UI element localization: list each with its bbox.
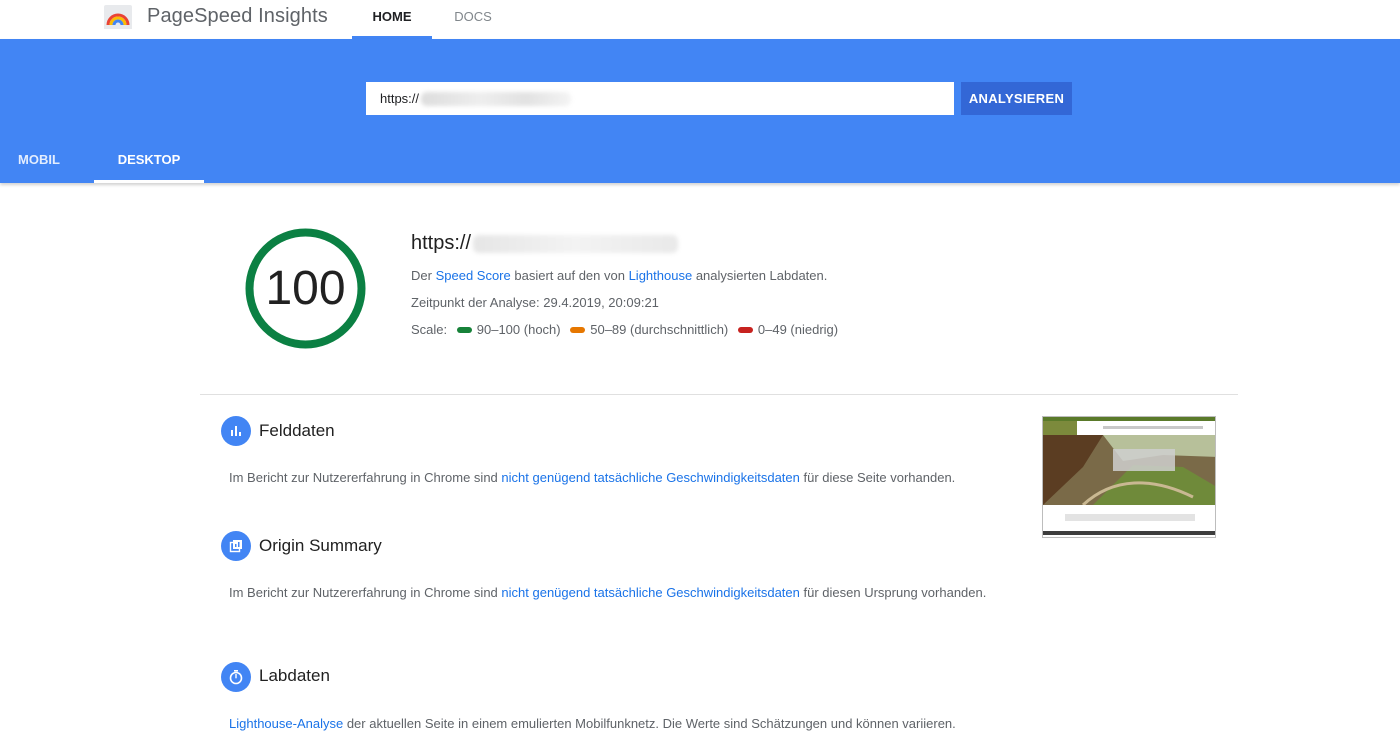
redacted-url-blur — [421, 91, 572, 106]
stopwatch-icon — [221, 662, 251, 692]
scale-label: Scale: — [411, 322, 448, 337]
analyzed-url-prefix: https:// — [411, 232, 472, 254]
speed-score-info: Der Speed Score basiert auf den von Ligh… — [411, 268, 827, 283]
bar-chart-icon — [221, 416, 251, 446]
scale-good-text: 90–100 (hoch) — [476, 322, 561, 337]
section-divider — [200, 394, 1238, 395]
thumbnail-image — [1043, 417, 1215, 535]
scale-good-pill — [456, 326, 472, 333]
scale-average-pill — [570, 326, 586, 333]
field-data-link[interactable]: nicht genügend tatsächliche Geschwindigk… — [501, 470, 799, 485]
analysis-band: https:// ANALYSIEREN MOBIL DESKTOP — [0, 39, 1400, 183]
analyzed-url: https:// — [411, 232, 679, 255]
top-app-bar: PageSpeed Insights HOME DOCS — [0, 0, 1400, 39]
analyze-button[interactable]: ANALYSIEREN — [961, 82, 1072, 115]
speed-info-pre: Der — [411, 268, 432, 283]
speed-info-mid: basiert auf den von — [514, 268, 625, 283]
score-scale-legend: Scale: 90–100 (hoch) 50–89 (durchschnitt… — [411, 322, 838, 337]
origin-text-post: für diesen Ursprung vorhanden. — [803, 585, 987, 600]
speed-info-post: analysierten Labdaten. — [695, 268, 828, 283]
analysis-timestamp: Zeitpunkt der Analyse: 29.4.2019, 20:09:… — [411, 295, 659, 310]
url-input[interactable]: https:// — [366, 82, 954, 115]
origin-summary-title: Origin Summary — [259, 536, 382, 555]
lab-data-text-post: der aktuellen Seite in einem emulierten … — [346, 716, 956, 731]
origin-summary-text: Im Bericht zur Nutzererfahrung in Chrome… — [229, 585, 986, 600]
redacted-url-blur — [473, 234, 679, 253]
scale-average-text: 50–89 (durchschnittlich) — [590, 322, 729, 337]
field-data-text-pre: Im Bericht zur Nutzererfahrung in Chrome… — [229, 470, 498, 485]
page-screenshot-thumbnail — [1042, 416, 1216, 538]
field-data-title: Felddaten — [259, 421, 335, 440]
origin-summary-icon — [221, 531, 251, 561]
tab-desktop[interactable]: DESKTOP — [94, 136, 204, 183]
pagespeed-logo-icon[interactable] — [104, 5, 132, 29]
lighthouse-link[interactable]: Lighthouse — [629, 268, 693, 283]
lab-data-text: Lighthouse-Analyse der aktuellen Seite i… — [229, 716, 956, 731]
field-data-text: Im Bericht zur Nutzererfahrung in Chrome… — [229, 470, 955, 485]
url-input-value: https:// — [380, 91, 420, 106]
field-data-text-post: für diese Seite vorhanden. — [803, 470, 956, 485]
app-title: PageSpeed Insights — [147, 5, 328, 27]
lighthouse-analysis-link[interactable]: Lighthouse-Analyse — [229, 716, 343, 731]
scale-poor-pill — [737, 326, 753, 333]
origin-data-link[interactable]: nicht genügend tatsächliche Geschwindigk… — [501, 585, 799, 600]
performance-score: 100 — [265, 262, 346, 315]
speed-score-link[interactable]: Speed Score — [436, 268, 511, 283]
nav-tab-home[interactable]: HOME — [352, 0, 432, 39]
lab-data-title: Labdaten — [259, 666, 330, 685]
nav-tab-docs[interactable]: DOCS — [438, 0, 508, 39]
origin-text-pre: Im Bericht zur Nutzererfahrung in Chrome… — [229, 585, 498, 600]
scale-poor-text: 0–49 (niedrig) — [757, 322, 839, 337]
tab-mobile[interactable]: MOBIL — [0, 136, 78, 183]
